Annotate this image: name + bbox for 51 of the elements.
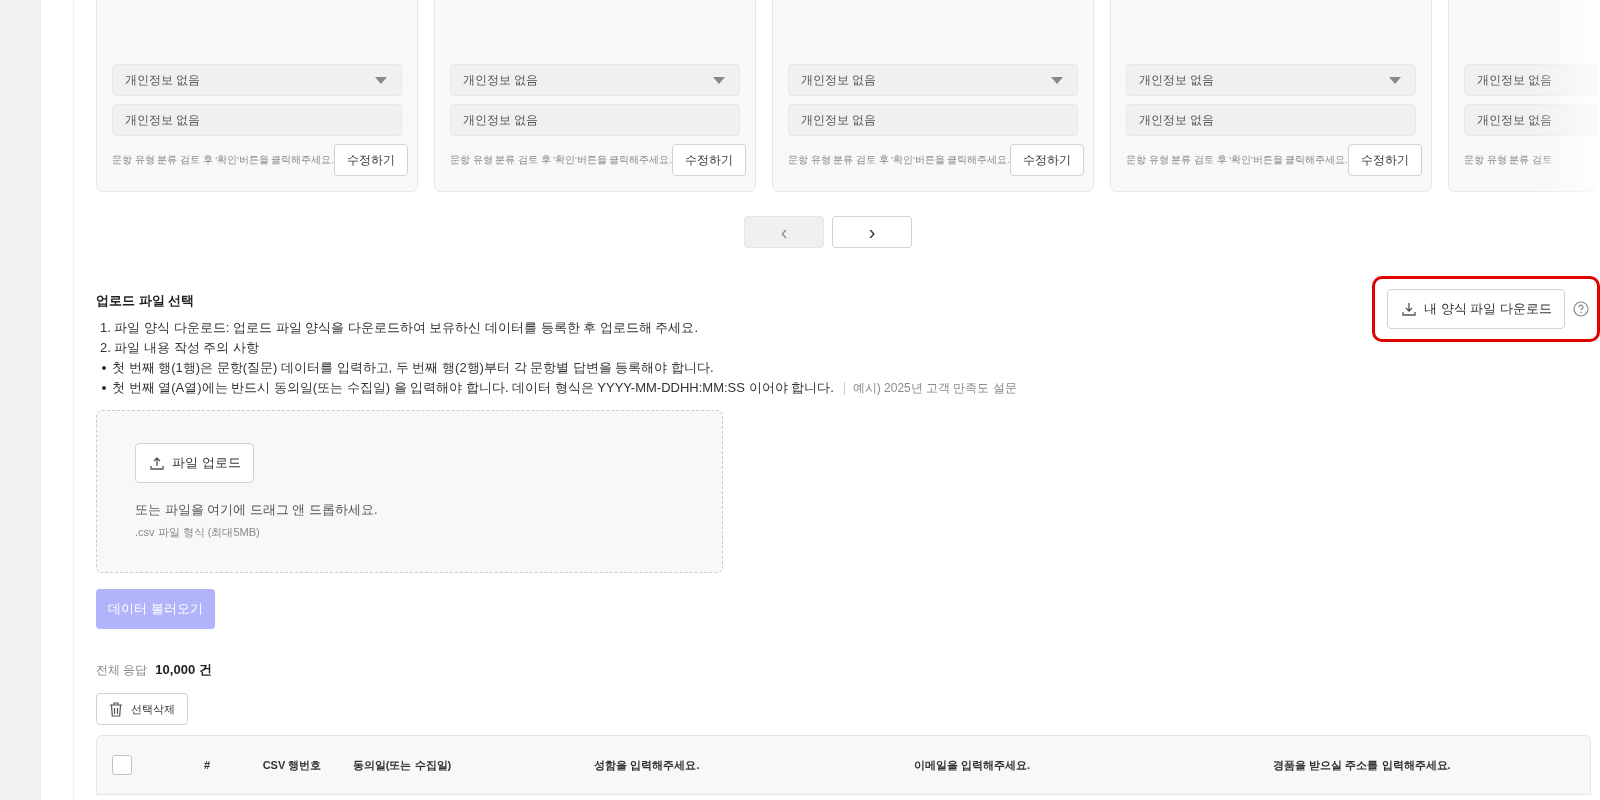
bullet-icon bbox=[102, 366, 106, 370]
edit-button[interactable]: 수정하기 bbox=[1348, 144, 1423, 176]
hint-text: 문항 유형 분류 검토 후 '확인'버튼을 클릭해주세요. bbox=[450, 153, 673, 167]
column-header: 동의일(또는 수집일) bbox=[351, 757, 453, 773]
hint-text: 문항 유형 분류 검토 후 '확인'버튼을 클릭해주세요. bbox=[1126, 153, 1349, 167]
select-field[interactable]: 개인정보 없음 bbox=[788, 64, 1078, 96]
edit-button[interactable]: 수정하기 bbox=[334, 144, 409, 176]
input-field[interactable]: 개인정보 없음 bbox=[450, 104, 740, 136]
select-all-checkbox[interactable] bbox=[112, 755, 132, 775]
column-header: 성함을 입력해주세요. bbox=[593, 757, 701, 773]
drop-zone[interactable]: 파일 업로드 또는 파일을 여기에 드래그 앤 드롭하세요. .csv 파일 형식 (최대5MB) bbox=[96, 410, 723, 573]
input-field[interactable]: 개인정보 없음 bbox=[112, 104, 402, 136]
format-text: .csv 파일 형식 (최대5MB) bbox=[135, 525, 260, 540]
select-field[interactable]: 개인정보 없음 bbox=[1126, 64, 1416, 96]
upload-icon bbox=[150, 456, 164, 470]
column-header: 이메일을 입력해주세요. bbox=[912, 757, 1032, 773]
upload-button[interactable]: 파일 업로드 bbox=[135, 443, 254, 483]
select-field[interactable]: 개인정보 없음 bbox=[1464, 64, 1598, 96]
trash-icon bbox=[109, 701, 123, 717]
dropdown-caret-icon bbox=[713, 76, 725, 84]
column-header: CSV 행번호 bbox=[262, 757, 322, 773]
download-icon bbox=[1402, 302, 1417, 316]
section-title: 업로드 파일 선택 bbox=[96, 292, 196, 310]
delete-selected-button[interactable]: 선택삭제 bbox=[96, 693, 188, 725]
drop-hint-text: 또는 파일을 여기에 드래그 앤 드롭하세요. bbox=[135, 501, 378, 519]
instruction-text: 1. 파일 양식 다운로드: 업로드 파일 양식을 다운로드하여 보유하신 데이터를 등록한 후 업로드해 주세요. bbox=[99, 319, 700, 337]
download-button[interactable]: 내 양식 파일 다운로드 bbox=[1387, 289, 1565, 329]
edit-button[interactable]: 수정하기 bbox=[1010, 144, 1085, 176]
next-page-button[interactable]: › bbox=[832, 216, 912, 248]
total-count: 10,000 건 bbox=[155, 661, 212, 679]
dropdown-caret-icon bbox=[1389, 76, 1401, 84]
instruction-text: 첫 번째 열(A열)에는 반드시 동의일(또는 수집일) 을 입력해야 합니다. 데이터 형식은 YYYY-MM-DDHH:MM:SS 이어야 합니다. bbox=[112, 379, 834, 397]
hint-text: 문항 유형 분류 검토 후 '확인'버튼을 클릭해주세요. bbox=[788, 153, 1011, 167]
select-field[interactable]: 개인정보 없음 bbox=[450, 64, 740, 96]
hint-text: 문항 유형 분류 검토 후 '확인'버튼을 클릭해주세요. bbox=[112, 153, 335, 167]
dropdown-caret-icon bbox=[375, 76, 387, 84]
dropdown-caret-icon bbox=[1051, 76, 1063, 84]
column-header: # bbox=[202, 759, 212, 771]
total-label: 전체 응답 bbox=[96, 661, 148, 679]
hint-text: 문항 유형 분류 검토 bbox=[1464, 153, 1552, 167]
edit-button[interactable]: 수정하기 bbox=[672, 144, 747, 176]
example-text: 예시) 2025년 고객 만족도 설문 bbox=[843, 381, 1017, 395]
select-field[interactable]: 개인정보 없음 bbox=[112, 64, 402, 96]
input-field[interactable]: 개인정보 없음 bbox=[788, 104, 1078, 136]
input-field[interactable]: 개인정보 없음 bbox=[1464, 104, 1598, 136]
input-field[interactable]: 개인정보 없음 bbox=[1126, 104, 1416, 136]
help-icon[interactable] bbox=[1573, 301, 1589, 317]
column-header: 경품을 받으실 주소를 입력해주세요. bbox=[1272, 757, 1452, 773]
instruction-text: 첫 번째 행(1행)은 문항(질문) 데이터를 입력하고, 두 번째 행(2행)부터 각 문항별 답변을 등록해야 합니다. bbox=[112, 359, 714, 377]
instruction-text: 2. 파일 내용 작성 주의 사항 bbox=[99, 339, 260, 357]
bullet-icon bbox=[102, 386, 106, 390]
